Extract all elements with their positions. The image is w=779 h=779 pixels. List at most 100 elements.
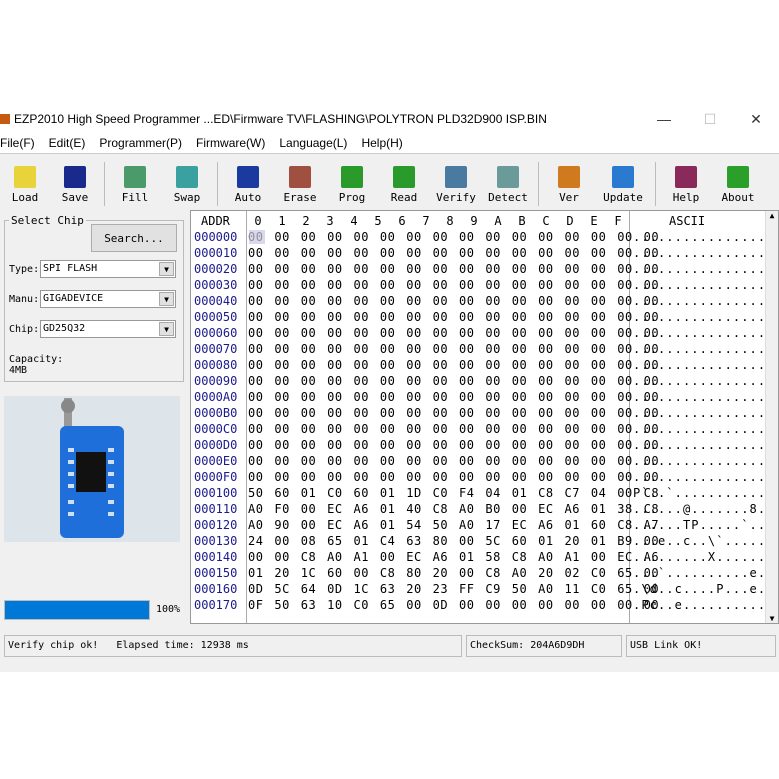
- main-window: EZP2010 High Speed Programmer ...ED\Firm…: [0, 106, 779, 672]
- auto-arrow-icon: [237, 166, 259, 188]
- ascii-row[interactable]: ......TP.....`..: [633, 517, 766, 533]
- hex-row-bytes[interactable]: 00 00 C8 A0 A1 00 EC A6 01 58 C8 A0 A1 0…: [248, 549, 659, 565]
- minimize-button[interactable]: —: [641, 106, 687, 132]
- column-header: C: [542, 214, 550, 228]
- verify-button[interactable]: Verify: [430, 158, 482, 206]
- hex-row-bytes[interactable]: 00 00 00 00 00 00 00 00 00 00 00 00 00 0…: [248, 389, 659, 405]
- ascii-row[interactable]: ................: [633, 245, 766, 261]
- swap-button[interactable]: Swap: [161, 158, 213, 206]
- ascii-row[interactable]: ................: [633, 293, 766, 309]
- hex-view[interactable]: ADDR ASCII ▲ ▼ 0 1 2 3 4 5 6 7 8 9 A B C D E F 000000 00 0…: [190, 210, 779, 624]
- row-address: 000080: [194, 358, 238, 372]
- chip-select[interactable]: GD25Q32 ▼: [40, 320, 176, 338]
- ascii-row[interactable]: ......@.......8.: [633, 501, 766, 517]
- help-book-icon: [675, 166, 697, 188]
- toolbar-separator: [217, 162, 218, 206]
- chip-socket-image: [4, 396, 180, 542]
- vertical-scrollbar[interactable]: ▲ ▼: [765, 211, 778, 623]
- update-button[interactable]: Update: [595, 158, 651, 206]
- ascii-row[interactable]: ................: [633, 277, 766, 293]
- hex-row-bytes[interactable]: A0 90 00 EC A6 01 54 50 A0 17 EC A6 01 6…: [248, 517, 659, 533]
- fill-button[interactable]: Fill: [109, 158, 161, 206]
- ascii-row[interactable]: ...`..........e.: [633, 565, 766, 581]
- hex-row-bytes[interactable]: 00 00 00 00 00 00 00 00 00 00 00 00 00 0…: [248, 325, 659, 341]
- manufacturer-select[interactable]: GIGADEVICE ▼: [40, 290, 176, 308]
- column-header: 1: [278, 214, 286, 228]
- manu-label: Manu:: [9, 294, 40, 305]
- type-select[interactable]: SPI FLASH ▼: [40, 260, 176, 278]
- chevron-down-icon[interactable]: ▼: [159, 292, 174, 306]
- save-button[interactable]: Save: [50, 158, 100, 206]
- erase-button[interactable]: Erase: [274, 158, 326, 206]
- auto-button[interactable]: Auto: [222, 158, 274, 206]
- hex-row-bytes[interactable]: 0D 5C 64 0D 1C 63 20 23 FF C9 50 A0 11 C…: [248, 581, 659, 597]
- ascii-row[interactable]: ................: [633, 453, 766, 469]
- hex-row-bytes[interactable]: 50 60 01 C0 60 01 1D C0 F4 04 01 C8 C7 0…: [248, 485, 659, 501]
- menu-language[interactable]: Language(L): [279, 136, 355, 150]
- menu-file[interactable]: File(F): [0, 136, 43, 150]
- ascii-row[interactable]: ................: [633, 325, 766, 341]
- ascii-row[interactable]: P`..`...........: [633, 485, 766, 501]
- hex-row-bytes[interactable]: 00 00 00 00 00 00 00 00 00 00 00 00 00 0…: [248, 309, 659, 325]
- hex-row-bytes[interactable]: 24 00 08 65 01 C4 63 80 00 5C 60 01 20 0…: [248, 533, 659, 549]
- ascii-row[interactable]: ................: [633, 357, 766, 373]
- toolbar: Load Save Fill Swap Auto Erase Prog Read Verify D…: [0, 154, 779, 206]
- hex-row-bytes[interactable]: A0 F0 00 EC A6 01 40 C8 A0 B0 00 EC A6 0…: [248, 501, 659, 517]
- ascii-row[interactable]: .Pc..e..........: [633, 597, 766, 613]
- menu-firmware[interactable]: Firmware(W): [196, 136, 273, 150]
- hex-row-bytes[interactable]: 00 00 00 00 00 00 00 00 00 00 00 00 00 0…: [248, 229, 659, 245]
- ascii-row[interactable]: ................: [633, 373, 766, 389]
- row-address: 000170: [194, 598, 238, 612]
- column-header: F: [614, 214, 622, 228]
- ascii-row[interactable]: ................: [633, 261, 766, 277]
- row-address: 000060: [194, 326, 238, 340]
- ascii-row[interactable]: .........X......: [633, 549, 766, 565]
- hex-row-bytes[interactable]: 01 20 1C 60 00 C8 80 20 00 C8 A0 20 02 C…: [248, 565, 659, 581]
- ascii-row[interactable]: ................: [633, 469, 766, 485]
- search-button[interactable]: Search...: [91, 224, 177, 252]
- ascii-row[interactable]: ................: [633, 341, 766, 357]
- close-button[interactable]: ✕: [733, 106, 779, 132]
- ver-button[interactable]: Ver: [543, 158, 595, 206]
- chevron-down-icon[interactable]: ▼: [159, 322, 174, 336]
- ascii-row[interactable]: .\d..c....P...e.: [633, 581, 766, 597]
- hex-row-bytes[interactable]: 00 00 00 00 00 00 00 00 00 00 00 00 00 0…: [248, 293, 659, 309]
- ascii-row[interactable]: ................: [633, 229, 766, 245]
- ascii-row[interactable]: ................: [633, 421, 766, 437]
- hex-row-bytes[interactable]: 00 00 00 00 00 00 00 00 00 00 00 00 00 0…: [248, 437, 659, 453]
- hex-row-bytes[interactable]: 00 00 00 00 00 00 00 00 00 00 00 00 00 0…: [248, 469, 659, 485]
- checksum: CheckSum: 204A6D9DH: [466, 635, 622, 657]
- load-button[interactable]: Load: [0, 158, 50, 206]
- detect-button[interactable]: Detect: [482, 158, 534, 206]
- hex-row-bytes[interactable]: 00 00 00 00 00 00 00 00 00 00 00 00 00 0…: [248, 277, 659, 293]
- column-header: 5: [374, 214, 382, 228]
- ascii-row[interactable]: ...e..c..\`.....: [633, 533, 766, 549]
- floppy-disk-icon: [64, 166, 86, 188]
- title-bar: EZP2010 High Speed Programmer ...ED\Firm…: [0, 106, 779, 132]
- ascii-row[interactable]: ................: [633, 437, 766, 453]
- hex-row-bytes[interactable]: 00 00 00 00 00 00 00 00 00 00 00 00 00 0…: [248, 373, 659, 389]
- menu-help[interactable]: Help(H): [361, 136, 410, 150]
- hex-row-bytes[interactable]: 00 00 00 00 00 00 00 00 00 00 00 00 00 0…: [248, 357, 659, 373]
- help-button[interactable]: Help: [660, 158, 712, 206]
- maximize-button[interactable]: ☐: [687, 106, 733, 132]
- chevron-down-icon[interactable]: ▼: [159, 262, 174, 276]
- menu-edit[interactable]: Edit(E): [49, 136, 94, 150]
- hex-row-bytes[interactable]: 00 00 00 00 00 00 00 00 00 00 00 00 00 0…: [248, 245, 659, 261]
- ascii-row[interactable]: ................: [633, 389, 766, 405]
- menu-programmer[interactable]: Programmer(P): [99, 136, 190, 150]
- hex-row-bytes[interactable]: 00 00 00 00 00 00 00 00 00 00 00 00 00 0…: [248, 261, 659, 277]
- about-button[interactable]: About: [712, 158, 764, 206]
- hex-row-bytes[interactable]: 00 00 00 00 00 00 00 00 00 00 00 00 00 0…: [248, 341, 659, 357]
- hex-row-bytes[interactable]: 00 00 00 00 00 00 00 00 00 00 00 00 00 0…: [248, 421, 659, 437]
- ascii-row[interactable]: ................: [633, 405, 766, 421]
- prog-button[interactable]: Prog: [326, 158, 378, 206]
- column-header: 9: [470, 214, 478, 228]
- hex-row-bytes[interactable]: 0F 50 63 10 C0 65 00 0D 00 00 00 00 00 0…: [248, 597, 659, 613]
- version-icon: [558, 166, 580, 188]
- hex-row-bytes[interactable]: 00 00 00 00 00 00 00 00 00 00 00 00 00 0…: [248, 405, 659, 421]
- read-button[interactable]: Read: [378, 158, 430, 206]
- ascii-row[interactable]: ................: [633, 309, 766, 325]
- hex-row-bytes[interactable]: 00 00 00 00 00 00 00 00 00 00 00 00 00 0…: [248, 453, 659, 469]
- toolbar-label: Save: [61, 191, 89, 204]
